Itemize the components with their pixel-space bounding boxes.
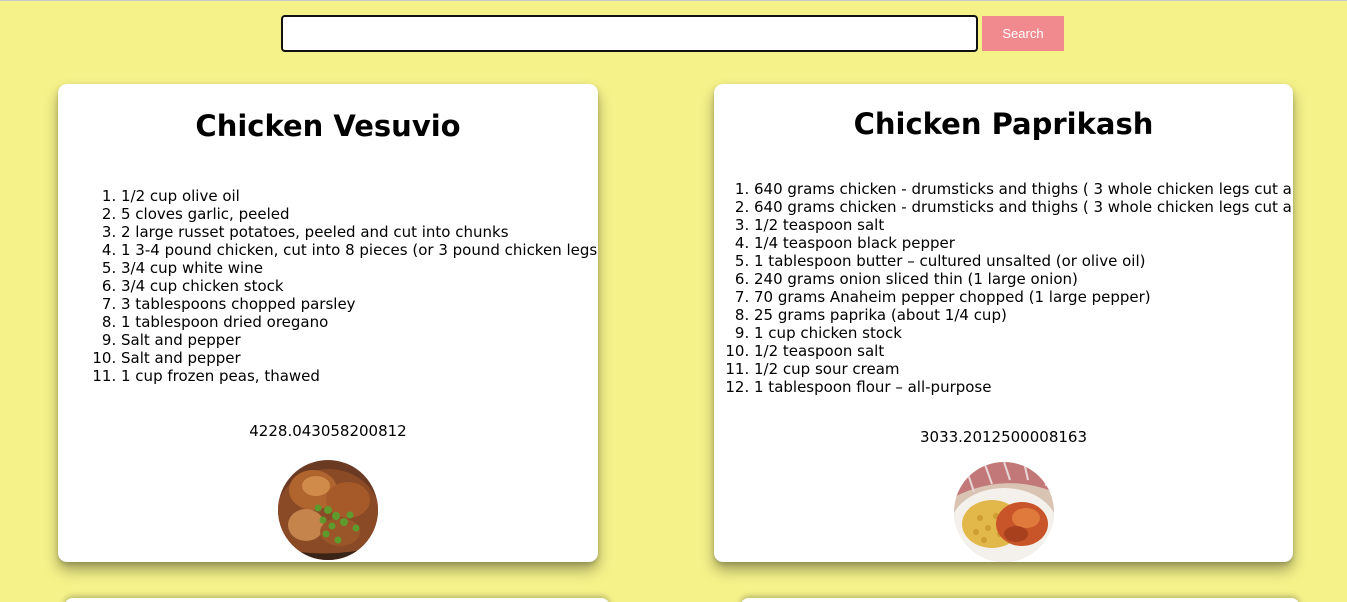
recipe-card-partial — [64, 598, 610, 602]
top-border — [0, 0, 1347, 1]
ingredient-item: 1 tablespoon dried oregano — [121, 313, 598, 331]
ingredient-item: 240 grams onion sliced thin (1 large oni… — [754, 270, 1293, 288]
ingredient-item: 1/2 cup olive oil — [121, 187, 598, 205]
ingredient-item: 1 tablespoon butter – cultured unsalted … — [754, 252, 1293, 270]
recipe-card: Chicken Paprikash 640 grams chicken - dr… — [714, 84, 1293, 562]
recipe-card: Chicken Vesuvio 1/2 cup olive oil 5 clov… — [58, 84, 598, 562]
ingredient-item: 1/2 teaspoon salt — [754, 342, 1293, 360]
ingredient-item: 1 3-4 pound chicken, cut into 8 pieces (… — [121, 241, 598, 259]
ingredient-item: 2 large russet potatoes, peeled and cut … — [121, 223, 598, 241]
ingredient-item: 5 cloves garlic, peeled — [121, 205, 598, 223]
ingredient-item: 1 tablespoon flour – all-purpose — [754, 378, 1293, 396]
ingredient-item: Salt and pepper — [121, 349, 598, 367]
ingredient-item: 25 grams paprika (about 1/4 cup) — [754, 306, 1293, 324]
ingredient-list: 640 grams chicken - drumsticks and thigh… — [718, 180, 1293, 396]
ingredient-item: 1 cup chicken stock — [754, 324, 1293, 342]
recipe-card-partial — [740, 598, 1300, 602]
calories-value: 4228.043058200812 — [249, 422, 407, 440]
recipe-title: Chicken Paprikash — [853, 107, 1154, 141]
chicken-vesuvio-photo — [278, 460, 378, 560]
ingredient-item: 70 grams Anaheim pepper chopped (1 large… — [754, 288, 1293, 306]
ingredient-item: 1/2 cup sour cream — [754, 360, 1293, 378]
ingredient-item: 3 tablespoons chopped parsley — [121, 295, 598, 313]
ingredient-item: Salt and pepper — [121, 331, 598, 349]
ingredient-item: 3/4 cup white wine — [121, 259, 598, 277]
ingredient-item: 640 grams chicken - drumsticks and thigh… — [754, 180, 1293, 198]
search-button[interactable]: Search — [982, 16, 1064, 51]
chicken-paprikash-photo — [954, 462, 1054, 562]
ingredient-list: 1/2 cup olive oil 5 cloves garlic, peele… — [85, 187, 598, 385]
recipe-title: Chicken Vesuvio — [195, 109, 461, 143]
ingredient-item: 640 grams chicken - drumsticks and thigh… — [754, 198, 1293, 216]
ingredient-item: 1 cup frozen peas, thawed — [121, 367, 598, 385]
ingredient-item: 1/2 teaspoon salt — [754, 216, 1293, 234]
search-input[interactable] — [281, 15, 978, 52]
ingredient-item: 3/4 cup chicken stock — [121, 277, 598, 295]
calories-value: 3033.2012500008163 — [919, 428, 1087, 446]
ingredient-item: 1/4 teaspoon black pepper — [754, 234, 1293, 252]
